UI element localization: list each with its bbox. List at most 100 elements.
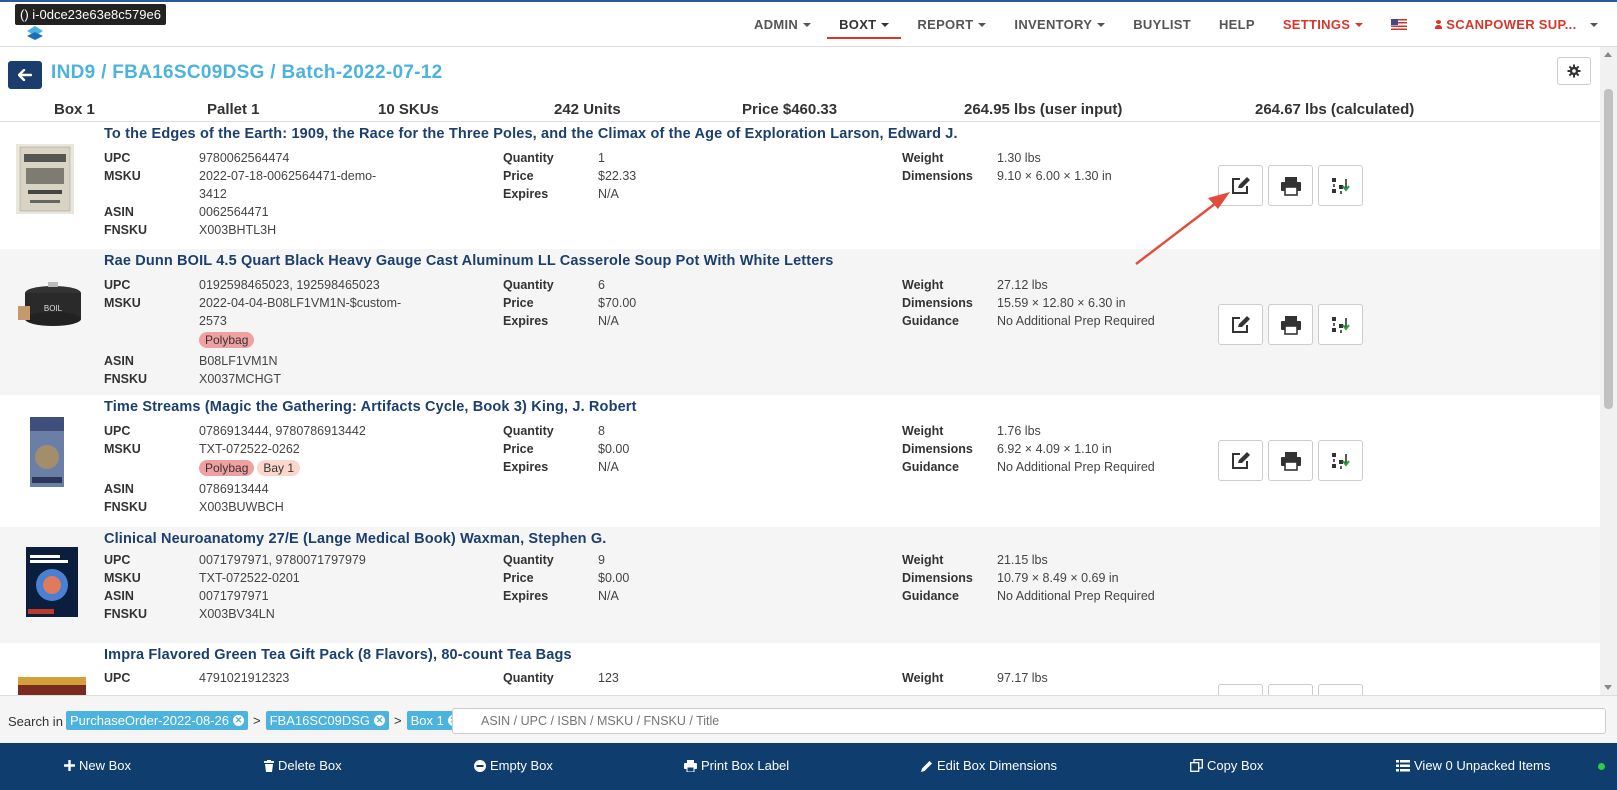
asin-label: ASIN (104, 205, 134, 219)
edit-item-button[interactable] (1218, 440, 1263, 481)
scroll-down-icon[interactable] (1604, 685, 1612, 690)
upc-label: UPC (104, 553, 131, 567)
nav-buylist[interactable]: BUYLIST (1119, 2, 1205, 47)
empty-box-button[interactable]: Empty Box (474, 758, 553, 773)
dimensions-value: 9.10 × 6.00 × 1.30 in (997, 169, 1112, 183)
item-actions (1218, 165, 1363, 206)
scope-chip-shipment[interactable]: FBA16SC09DSG ✕ (265, 711, 390, 730)
close-icon[interactable]: ✕ (232, 715, 244, 726)
copy-box-button[interactable]: Copy Box (1190, 758, 1263, 773)
summary-units: 242 Units (554, 101, 621, 118)
nav-user-menu[interactable]: SCANPOWER SUP... (1421, 2, 1612, 47)
product-thumbnail[interactable]: BOIL (16, 271, 86, 341)
app: () i-0dce23e63e8c579e6 ADMIN BOXT REPORT… (0, 0, 1617, 790)
nav-buylist-label: BUYLIST (1133, 17, 1191, 32)
price-label: Price (503, 169, 534, 183)
breadcrumb-separator: > (252, 713, 261, 728)
caret-down-icon (1590, 22, 1599, 27)
back-button[interactable] (8, 61, 42, 89)
product-thumbnail[interactable] (16, 417, 74, 487)
summary-weight-user: 264.95 lbs (user input) (964, 101, 1123, 118)
nav-settings[interactable]: SETTINGS (1269, 2, 1377, 47)
svg-text:BOIL: BOIL (44, 304, 63, 313)
split-item-button[interactable] (1318, 165, 1363, 206)
upc-label: UPC (104, 671, 131, 685)
edit-item-button[interactable] (1218, 684, 1263, 695)
fnsku-value: X003BUWBCH (199, 500, 284, 514)
empty-box-label: Empty Box (490, 758, 553, 773)
edit-item-button[interactable] (1218, 165, 1263, 206)
box-items-list: To the Edges of the Earth: 1909, the Rac… (0, 122, 1600, 695)
nav-inventory[interactable]: INVENTORY (1000, 2, 1119, 47)
edit-box-dimensions-button[interactable]: Edit Box Dimensions (921, 758, 1057, 773)
print-box-label-button[interactable]: Print Box Label (684, 758, 789, 773)
nav-help[interactable]: HELP (1205, 2, 1269, 47)
guidance-value: No Additional Prep Required (997, 589, 1155, 603)
nav-report[interactable]: REPORT (903, 2, 1000, 47)
edit-icon (1231, 176, 1250, 194)
edit-item-button[interactable] (1218, 304, 1263, 345)
caret-down-icon (881, 22, 890, 27)
print-label-button[interactable] (1268, 684, 1313, 695)
caret-down-icon (1355, 22, 1364, 27)
price-value: $70.00 (598, 296, 637, 310)
search-input[interactable] (452, 708, 1606, 734)
asin-value: B08LF1VM1N (199, 354, 278, 368)
msku-value: 2022-04-04-B08LF1VM1N-$custom- (199, 296, 402, 310)
msku-label: MSKU (104, 442, 141, 456)
edit-box-dimensions-label: Edit Box Dimensions (937, 758, 1057, 773)
print-icon (1280, 451, 1301, 471)
fnsku-label: FNSKU (104, 223, 148, 237)
split-item-button[interactable] (1318, 684, 1363, 695)
app-logo-icon[interactable] (26, 24, 44, 40)
msku-value: TXT-072522-0262 (199, 442, 300, 456)
item-badges: Polybag Bay 1 (199, 460, 303, 476)
summary-pallet: Pallet 1 (207, 101, 260, 118)
arrow-left-icon (18, 69, 32, 81)
minus-circle-icon (474, 759, 486, 772)
product-thumbnail[interactable] (22, 547, 80, 617)
quantity-value: 123 (598, 671, 619, 685)
delete-box-button[interactable]: Delete Box (264, 758, 342, 773)
split-item-button[interactable] (1318, 304, 1363, 345)
print-label-button[interactable] (1268, 440, 1313, 481)
scope-chip-label: FBA16SC09DSG (269, 713, 371, 728)
price-label: Price (503, 296, 534, 310)
expires-label: Expires (503, 589, 549, 603)
item-title[interactable]: To the Edges of the Earth: 1909, the Rac… (104, 126, 958, 142)
item-title[interactable]: Rae Dunn BOIL 4.5 Quart Black Heavy Gaug… (104, 253, 833, 269)
delete-box-label: Delete Box (278, 758, 342, 773)
print-label-button[interactable] (1268, 304, 1313, 345)
settings-button[interactable] (1557, 57, 1591, 85)
box-actions-bar: New Box Delete Box Empty Box Print Box L… (0, 743, 1617, 790)
summary-skus: 10 SKUs (378, 101, 439, 118)
nav-user-label: SCANPOWER SUP... (1446, 17, 1577, 32)
close-icon[interactable]: ✕ (374, 715, 386, 726)
nav-admin[interactable]: ADMIN (740, 2, 825, 47)
top-navbar: () i-0dce23e63e8c579e6 ADMIN BOXT REPORT… (0, 0, 1617, 47)
pencil-icon (921, 760, 932, 772)
item-title[interactable]: Clinical Neuroanatomy 27/E (Lange Medica… (104, 531, 606, 547)
view-unpacked-items-button[interactable]: View 0 Unpacked Items (1396, 758, 1550, 773)
item-title[interactable]: Time Streams (Magic the Gathering: Artif… (104, 399, 637, 415)
expires-label: Expires (503, 187, 549, 201)
product-thumbnail[interactable] (16, 144, 74, 214)
new-box-button[interactable]: New Box (64, 758, 131, 773)
item-actions (1218, 304, 1363, 345)
item-title[interactable]: Impra Flavored Green Tea Gift Pack (8 Fl… (104, 647, 572, 663)
product-thumbnail[interactable] (18, 677, 86, 695)
print-label-button[interactable] (1268, 165, 1313, 206)
scrollbar-thumb[interactable] (1604, 89, 1613, 409)
asin-value: 0062564471 (199, 205, 269, 219)
split-item-button[interactable] (1318, 440, 1363, 481)
page-scrollbar[interactable] (1600, 47, 1617, 695)
quantity-label: Quantity (503, 553, 554, 567)
scope-chip-purchase-order[interactable]: PurchaseOrder-2022-08-26 ✕ (66, 711, 248, 730)
item-row: To the Edges of the Earth: 1909, the Rac… (0, 122, 1600, 249)
nav-boxt[interactable]: BOXT (825, 2, 903, 47)
upc-label: UPC (104, 278, 131, 292)
fnsku-value: X003BV34LN (199, 607, 275, 621)
scroll-up-icon[interactable] (1604, 52, 1612, 57)
nav-language[interactable] (1377, 2, 1421, 47)
quantity-label: Quantity (503, 151, 554, 165)
